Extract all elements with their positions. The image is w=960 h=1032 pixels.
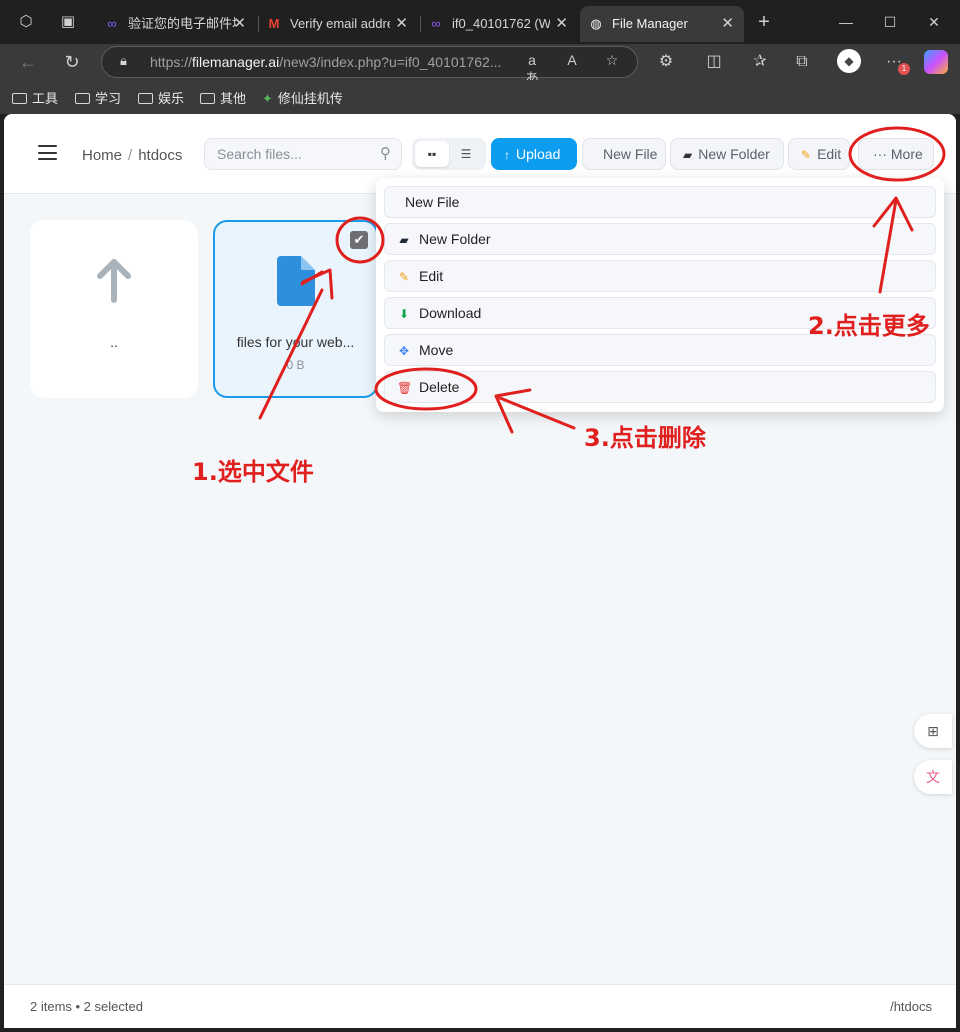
breadcrumb-htdocs[interactable]: htdocs bbox=[138, 147, 182, 164]
url-field[interactable]: 🔒︎ https://filemanager.ai/new3/index.php… bbox=[101, 46, 638, 86]
close-icon[interactable]: ✕ bbox=[395, 6, 408, 42]
status-bar: 2 items • 2 selected /htdocs bbox=[4, 984, 956, 1028]
address-bar-row: ← ↻ 🔒︎ https://filemanager.ai/new3/index… bbox=[0, 44, 960, 86]
translate-float-icon[interactable]: 文 bbox=[914, 760, 952, 794]
tab-verify-email-cn[interactable]: ∞ 验证您的电子邮件地址 ✕ bbox=[96, 6, 256, 42]
arrow-up-icon bbox=[97, 259, 131, 303]
edit-button[interactable]: ✎ Edit bbox=[788, 138, 850, 170]
annotation-step-2: 2.点击更多 bbox=[808, 312, 930, 340]
folder-plus-icon: ▰ bbox=[683, 148, 693, 162]
close-icon[interactable]: ✕ bbox=[555, 6, 568, 42]
search-box: ⚲ bbox=[204, 138, 402, 170]
upload-button[interactable]: ↑ Upload bbox=[491, 138, 577, 170]
parent-folder-card[interactable]: .. bbox=[30, 220, 198, 398]
bookmark-folder-entertainment[interactable]: 娱乐 bbox=[138, 88, 184, 107]
bookmark-folder-tools[interactable]: 工具 bbox=[12, 88, 58, 107]
infinity-icon: ∞ bbox=[107, 16, 117, 31]
current-path: /htdocs bbox=[890, 999, 932, 1014]
grid-view-icon[interactable]: ▪▪ bbox=[415, 141, 449, 167]
close-icon[interactable]: ✕ bbox=[721, 6, 734, 42]
folder-icon bbox=[138, 93, 153, 104]
url-text: https://filemanager.ai/new3/index.php?u=… bbox=[150, 54, 502, 70]
split-screen-icon[interactable]: ◫ bbox=[702, 50, 726, 74]
tab-actions-icon[interactable]: ▣ bbox=[58, 12, 78, 32]
tab-title: File Manager bbox=[612, 16, 688, 31]
favorite-star-icon[interactable]: ☆ bbox=[602, 52, 622, 69]
tab-verify-email[interactable]: M Verify email address ✕ bbox=[258, 6, 418, 42]
globe-icon: ◍ bbox=[590, 16, 602, 31]
search-input[interactable] bbox=[217, 146, 367, 162]
tab-file-manager[interactable]: ◍ File Manager ✕ bbox=[580, 6, 744, 42]
file-name: .. bbox=[110, 334, 118, 350]
folder-icon bbox=[12, 93, 27, 104]
breadcrumb-separator: / bbox=[128, 147, 133, 164]
qr-code-icon[interactable]: ⊞ bbox=[914, 714, 952, 748]
annotation-step-3: 3.点击删除 bbox=[584, 424, 706, 452]
folder-icon bbox=[200, 93, 215, 104]
close-icon[interactable]: ✕ bbox=[233, 6, 246, 42]
minimize-icon[interactable]: — bbox=[834, 10, 858, 34]
menu-item-new-folder[interactable]: ▰ New Folder bbox=[384, 223, 936, 255]
refresh-icon[interactable]: ↻ bbox=[60, 50, 84, 74]
bookmark-favicon: ✦ bbox=[262, 91, 273, 106]
profile-avatar[interactable]: ◆ bbox=[837, 49, 861, 73]
file-card[interactable]: ✔ files for your web... 0 B bbox=[213, 220, 378, 398]
maximize-icon[interactable]: ☐ bbox=[878, 10, 902, 34]
move-icon: ✥ bbox=[398, 344, 410, 358]
infinity-icon: ∞ bbox=[431, 16, 441, 31]
tab-title: if0_40101762 (Website) bbox=[452, 16, 550, 31]
view-toggle: ▪▪ ☰ bbox=[412, 138, 486, 170]
breadcrumb: Home / htdocs bbox=[82, 147, 182, 164]
collections-icon[interactable]: ⧉ bbox=[790, 50, 814, 74]
search-icon: ⚲ bbox=[380, 145, 391, 162]
file-icon bbox=[277, 256, 315, 306]
menu-item-new-file[interactable]: New File bbox=[384, 186, 936, 218]
workspaces-icon[interactable]: ⬡ bbox=[16, 12, 36, 32]
copilot-icon[interactable] bbox=[924, 50, 948, 74]
folder-icon bbox=[75, 93, 90, 104]
new-tab-icon[interactable]: + bbox=[754, 12, 774, 32]
file-name: files for your web... bbox=[236, 334, 355, 350]
more-button[interactable]: ··· More bbox=[858, 138, 934, 170]
list-view-icon[interactable]: ☰ bbox=[449, 141, 483, 167]
menu-item-edit[interactable]: ✎ Edit bbox=[384, 260, 936, 292]
bookmark-folder-study[interactable]: 学习 bbox=[75, 88, 121, 107]
tab-title: Verify email address bbox=[290, 16, 390, 31]
edit-icon: ✎ bbox=[801, 148, 812, 162]
checkbox-checked[interactable]: ✔ bbox=[350, 231, 368, 249]
read-aloud-icon[interactable]: A bbox=[562, 52, 582, 68]
file-size: 0 B bbox=[286, 358, 305, 372]
annotation-step-1: 1.选中文件 bbox=[192, 458, 314, 486]
gmail-icon: M bbox=[268, 16, 280, 31]
folder-plus-icon: ▰ bbox=[399, 233, 409, 247]
upload-arrow-icon: ↑ bbox=[504, 148, 510, 162]
favorites-icon[interactable]: ✰ bbox=[748, 50, 772, 74]
breadcrumb-home[interactable]: Home bbox=[82, 147, 122, 164]
window-close-icon[interactable]: ✕ bbox=[922, 10, 946, 34]
browser-tab-bar: ⬡ ▣ ∞ 验证您的电子邮件地址 ✕ M Verify email addres… bbox=[0, 0, 960, 44]
download-icon: ⬇ bbox=[398, 307, 410, 321]
tab-website[interactable]: ∞ if0_40101762 (Website) ✕ bbox=[420, 6, 578, 42]
notification-badge: 1 bbox=[898, 63, 910, 75]
bookmark-game[interactable]: ✦ 修仙挂机传 bbox=[262, 88, 343, 107]
menu-item-delete[interactable]: 🗑︎ Delete bbox=[384, 371, 936, 403]
selection-status: 2 items • 2 selected bbox=[30, 999, 143, 1014]
lock-icon: 🔒︎ bbox=[120, 53, 127, 68]
trash-icon: 🗑︎ bbox=[397, 381, 413, 395]
bookmark-folder-other[interactable]: 其他 bbox=[200, 88, 246, 107]
new-file-button[interactable]: New File bbox=[582, 138, 666, 170]
tab-title: 验证您的电子邮件地址 bbox=[128, 16, 236, 31]
bookmarks-bar: 工具 学习 娱乐 其他 ✦ 修仙挂机传 bbox=[0, 80, 960, 114]
new-folder-button[interactable]: ▰ New Folder bbox=[670, 138, 784, 170]
back-arrow-icon[interactable]: ← bbox=[16, 50, 40, 74]
extensions-icon[interactable]: ⚙ bbox=[654, 50, 678, 74]
page-viewport: Home/htdocs ⚲ ▪▪ ☰ ↑Upload New File ▰New… bbox=[4, 114, 956, 1028]
edit-icon: ✎ bbox=[398, 270, 410, 284]
more-dropdown-menu: New File ▰ New Folder ✎ Edit ⬇ Download ✥ Mo… bbox=[376, 178, 944, 412]
menu-icon[interactable] bbox=[38, 145, 57, 160]
